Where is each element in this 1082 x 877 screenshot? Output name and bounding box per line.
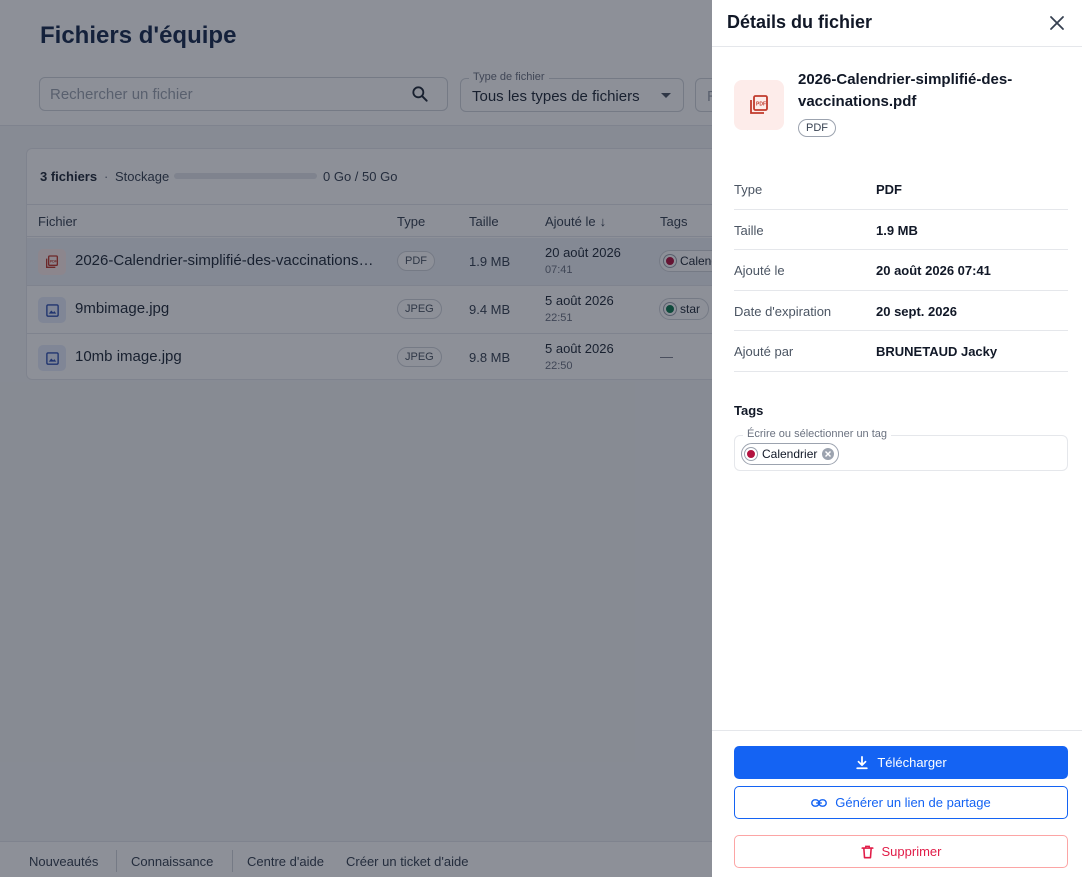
- file-details-drawer: Détails du fichier PDF 2026-Calendrier-s…: [712, 0, 1082, 877]
- property-value: 20 sept. 2026: [876, 303, 957, 319]
- property-value: PDF: [876, 182, 902, 197]
- tag-color-dot: [745, 448, 757, 460]
- property-row: Taille 1.9 MB: [734, 210, 1068, 251]
- tag-input[interactable]: Écrire ou sélectionner un tag Calendrier: [734, 428, 1068, 471]
- tag-input-label: Écrire ou sélectionner un tag: [743, 428, 892, 440]
- property-label: Ajouté le: [734, 263, 785, 279]
- property-row: Date d'expiration 20 sept. 2026: [734, 291, 1068, 332]
- share-link-button-label: Générer un lien de partage: [835, 795, 991, 810]
- detail-file-name: 2026-Calendrier-simplifié-des-vaccinatio…: [798, 71, 1013, 110]
- trash-icon: [860, 845, 874, 858]
- property-value: 1.9 MB: [876, 222, 918, 238]
- remove-tag-icon[interactable]: [822, 448, 835, 460]
- selected-tag-chip[interactable]: Calendrier: [741, 443, 840, 465]
- property-value: BRUNETAUD Jacky: [876, 344, 998, 360]
- close-icon[interactable]: [1049, 15, 1065, 31]
- download-button-label: Télécharger: [877, 755, 947, 770]
- property-label: Ajouté par: [734, 344, 794, 360]
- property-value: 20 août 2026 07:41: [876, 263, 991, 279]
- file-properties: Type PDF Taille 1.9 MB Ajouté le 20 août 20…: [734, 169, 1068, 372]
- drawer-header: Détails du fichier: [712, 0, 1082, 47]
- property-row: Type PDF: [734, 169, 1068, 210]
- download-icon: [856, 755, 868, 769]
- property-label: Date d'expiration: [734, 303, 832, 319]
- drawer-title: Détails du fichier: [727, 12, 873, 32]
- property-row: Ajouté le 20 août 2026 07:41: [734, 250, 1068, 291]
- share-link-button[interactable]: Générer un lien de partage: [734, 786, 1068, 819]
- pdf-file-icon: PDF: [734, 80, 784, 130]
- selected-tag-label: Calendrier: [762, 447, 818, 461]
- svg-text:PDF: PDF: [756, 102, 766, 108]
- tags-title: Tags: [734, 403, 764, 418]
- property-label: Type: [734, 182, 763, 197]
- delete-button[interactable]: Supprimer: [734, 835, 1068, 868]
- link-icon: [811, 798, 828, 807]
- detail-file-type-badge: PDF: [798, 119, 836, 137]
- delete-button-label: Supprimer: [881, 844, 942, 859]
- property-label: Taille: [734, 222, 764, 238]
- property-row: Ajouté par BRUNETAUD Jacky: [734, 331, 1068, 372]
- download-button[interactable]: Télécharger: [734, 746, 1068, 779]
- drawer-actions: Télécharger Générer un lien de partage S…: [712, 730, 1082, 877]
